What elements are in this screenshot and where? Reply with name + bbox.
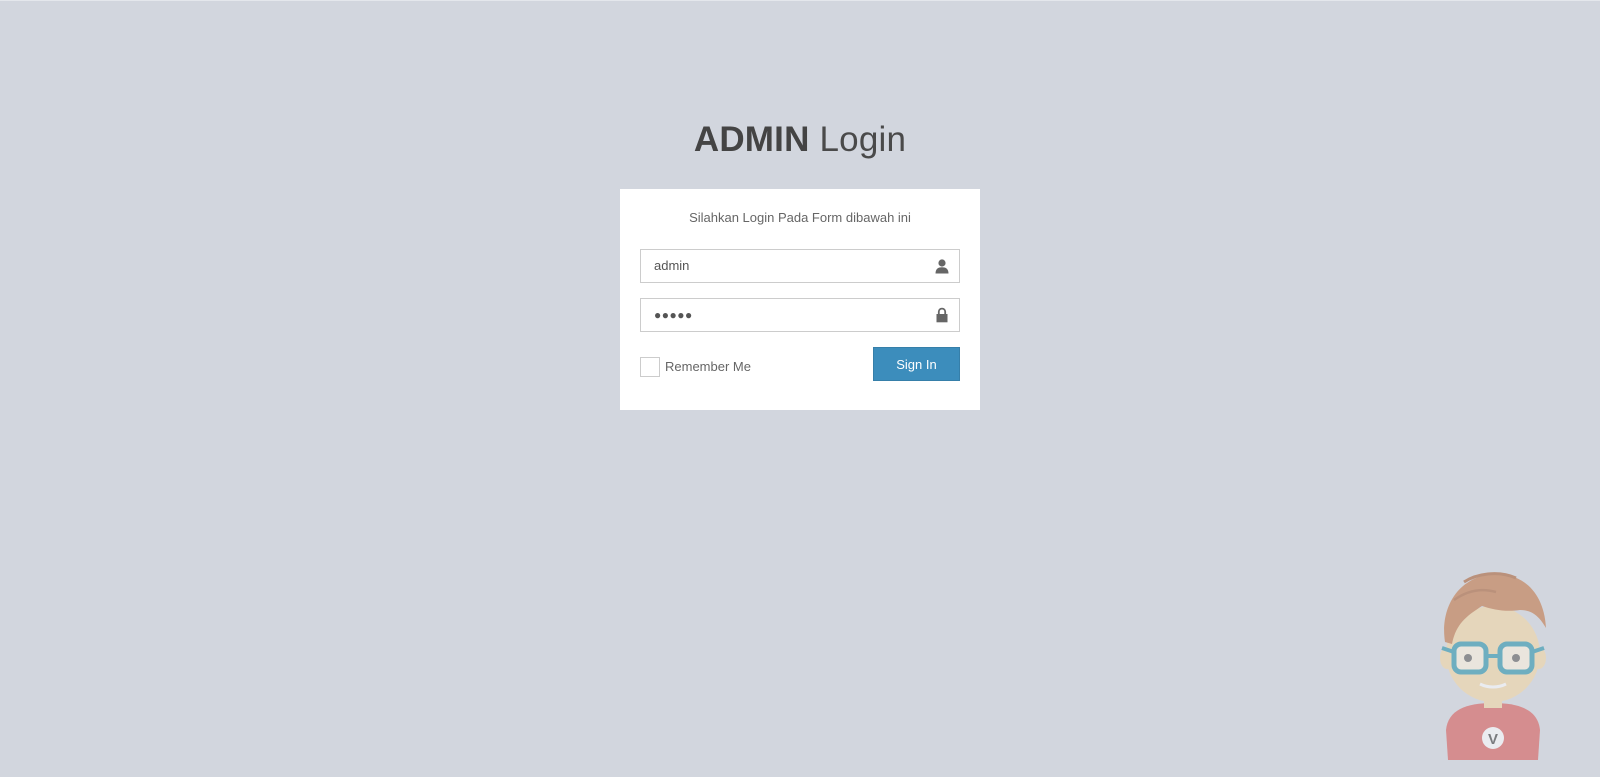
login-box-message: Silahkan Login Pada Form dibawah ini [689,210,911,225]
remember-me-checkbox[interactable] [640,357,660,377]
mascot-illustration: V [1434,570,1552,760]
username-field[interactable]: admin [640,249,960,283]
username-value: admin [654,258,690,273]
login-logo: ADMIN Login [0,116,1600,164]
password-field[interactable]: ●●●●● [640,298,960,332]
top-divider [0,0,1600,1]
remember-me-label[interactable]: Remember Me [665,359,751,374]
lock-icon [934,307,950,323]
user-icon [934,258,950,274]
login-page: ADMIN Login Silahkan Login Pada Form dib… [0,0,1600,777]
password-value: ●●●●● [654,308,693,322]
mascot-badge-letter: V [1488,731,1498,748]
sign-in-button[interactable]: Sign In [873,347,960,381]
login-box: Silahkan Login Pada Form dibawah ini adm… [620,189,980,410]
logo-light-text: Login [819,120,907,159]
logo-bold-text: ADMIN [693,120,810,159]
